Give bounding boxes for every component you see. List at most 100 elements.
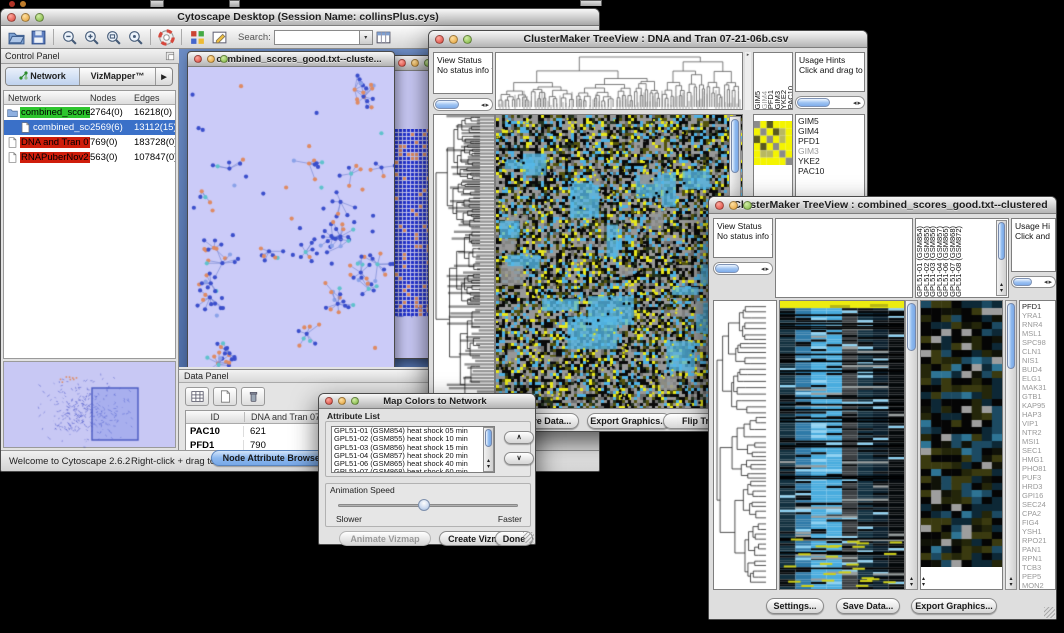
gene-label[interactable]: PAN1 [1022,545,1055,554]
minimize-button[interactable] [729,201,738,210]
attribute-item[interactable]: GPL51-07 (GSM868) heat shock 60 min [332,468,494,473]
save-session-icon[interactable] [28,28,48,47]
attribute-table-icon[interactable] [185,387,209,406]
search-dropdown-icon[interactable]: ▾ [360,30,373,45]
attribute-listbox[interactable]: GPL51-01 (GSM854) heat shock 05 minGPL51… [331,426,495,473]
gene-label[interactable]: SEC1 [1022,446,1055,455]
minimize-button[interactable] [338,397,346,405]
close-button[interactable] [194,55,202,63]
gene-label[interactable]: HRD3 [1022,482,1055,491]
network-view-canvas[interactable] [188,67,394,367]
tv2-zoom-arrows[interactable]: ▴▾ [922,576,925,588]
tv1-heatmap[interactable]: ▴▾ [495,114,743,409]
close-button[interactable] [398,59,406,67]
gene-label[interactable]: TCB3 [1022,563,1055,572]
gene-label[interactable]: KAP95 [1022,401,1055,410]
resize-grip[interactable] [1044,607,1055,618]
gene-label[interactable]: HMG1 [1022,455,1055,464]
gene-label[interactable]: SPC98 [1022,338,1055,347]
edit-network-icon[interactable] [209,28,229,47]
gene-label[interactable]: CLN1 [1022,347,1055,356]
close-button[interactable] [715,201,724,210]
zoom-fit-icon[interactable] [103,28,123,47]
zoom-selected-icon[interactable] [125,28,145,47]
export-graphics-button[interactable]: Export Graphics... [587,413,671,429]
animate-vizmap-button[interactable]: Animate Vizmap [339,531,431,546]
attribute-list-vscrollbar[interactable]: ▴▾ [483,427,494,472]
treeview1-titlebar[interactable]: ClusterMaker TreeView : DNA and Tran 07-… [429,31,867,48]
gene-label[interactable]: RPO21 [1022,536,1055,545]
close-button[interactable] [435,35,444,44]
zoom-button[interactable] [35,13,44,22]
zoom-button[interactable] [463,35,472,44]
tv2-labels-vscrollbar[interactable]: ▴▾ [996,220,1007,296]
attribute-browser-button[interactable] [374,28,394,47]
speed-slider-thumb[interactable] [418,499,430,511]
tv1-row-dendrogram[interactable] [433,114,495,409]
network-row[interactable]: DNA and Tran 07769(0)183728(0) [4,135,175,150]
gene-label[interactable]: GTB1 [1022,392,1055,401]
minimize-button[interactable] [411,59,419,67]
export-graphics-button[interactable]: Export Graphics... [911,598,997,614]
close-button[interactable] [325,397,333,405]
move-down-button[interactable]: ∨ [504,452,534,465]
tv2-zoom-vscrollbar[interactable]: ▴▾ [1005,300,1017,590]
main-window-titlebar[interactable]: Cytoscape Desktop (Session Name: collins… [1,9,599,26]
tab-overflow-icon[interactable]: ▶ [156,68,172,85]
help-icon[interactable] [156,28,176,47]
minimize-button[interactable] [449,35,458,44]
tv2-zoom-panel[interactable]: ▴▾ [920,300,1003,590]
treeview2-titlebar[interactable]: ClusterMaker TreeView : combined_scores_… [709,197,1056,214]
gene-label[interactable]: PAC10 [798,166,864,176]
resize-grip[interactable] [523,532,534,543]
node-attribute-browser-tab-button[interactable]: Node Attribute Browser [211,450,335,466]
zoom-in-icon[interactable] [81,28,101,47]
birds-eye-view[interactable] [3,361,176,448]
gene-label[interactable]: PEP5 [1022,572,1055,581]
gene-label[interactable]: VIP1 [1022,419,1055,428]
network-row[interactable]: RNAPuberNov2+563(0)107847(0) [4,150,175,165]
gene-label[interactable]: ELG1 [1022,374,1055,383]
gene-label[interactable]: MON2 [1022,581,1055,590]
gene-label[interactable]: RPN1 [1022,554,1055,563]
move-up-button[interactable]: ∧ [504,431,534,444]
gene-label[interactable]: PUF3 [1022,473,1055,482]
gene-label[interactable]: GPI16 [1022,491,1055,500]
gene-label[interactable]: SEC24 [1022,500,1055,509]
tv2-gene-list[interactable]: PFD1YRA1RNR4MSL1SPC98CLN1NIS1BUD4ELG1MAK… [1019,300,1056,590]
gene-label[interactable]: RNR4 [1022,320,1055,329]
minimize-button[interactable] [207,55,215,63]
gene-label[interactable]: GIM5 [798,116,864,126]
settings-button[interactable]: Settings... [766,598,824,614]
gene-label[interactable]: NIS1 [1022,356,1055,365]
tv1-column-dendrogram[interactable] [495,52,743,110]
search-input[interactable] [274,30,360,45]
gene-label[interactable]: NTR2 [1022,428,1055,437]
close-button[interactable] [7,13,16,22]
zoom-out-icon[interactable] [59,28,79,47]
gene-label[interactable]: HAP3 [1022,410,1055,419]
zoom-button[interactable] [743,201,752,210]
gene-label[interactable]: GIM4 [798,126,864,136]
gene-label[interactable]: FIG4 [1022,518,1055,527]
new-attribute-icon[interactable] [213,387,237,406]
tv2-row-dendrogram[interactable] [713,300,777,590]
network-row[interactable]: combined_scores2764(0)16218(0) [4,105,175,120]
tab-network[interactable]: Network [6,68,80,85]
gene-label[interactable]: PFD1 [798,136,864,146]
tv2-status-scrollbar[interactable]: ◂▸ [713,262,773,275]
tv2-heatmap[interactable] [779,300,905,590]
tv1-splitter[interactable]: ▸ [745,52,751,110]
gene-label[interactable]: GIM3 [798,146,864,156]
network-row[interactable]: combined_sco2569(6)13112(15) [4,120,175,135]
tv1-status-scrollbar[interactable]: ◂▸ [433,98,493,111]
minimize-button[interactable] [21,13,30,22]
tv2-heatmap-vscrollbar[interactable]: ▴▾ [905,300,918,590]
tv1-hints-scrollbar[interactable]: ◂▸ [795,96,865,109]
vizmapper-icon[interactable] [187,28,207,47]
open-session-icon[interactable] [6,28,26,47]
tv2-hints-scrollbar[interactable]: ◂▸ [1011,276,1056,288]
network-window-titlebar[interactable]: combined_scores_good.txt--cluste... [188,52,394,67]
gene-label[interactable]: CPA2 [1022,509,1055,518]
gene-label[interactable]: MSI1 [1022,437,1055,446]
